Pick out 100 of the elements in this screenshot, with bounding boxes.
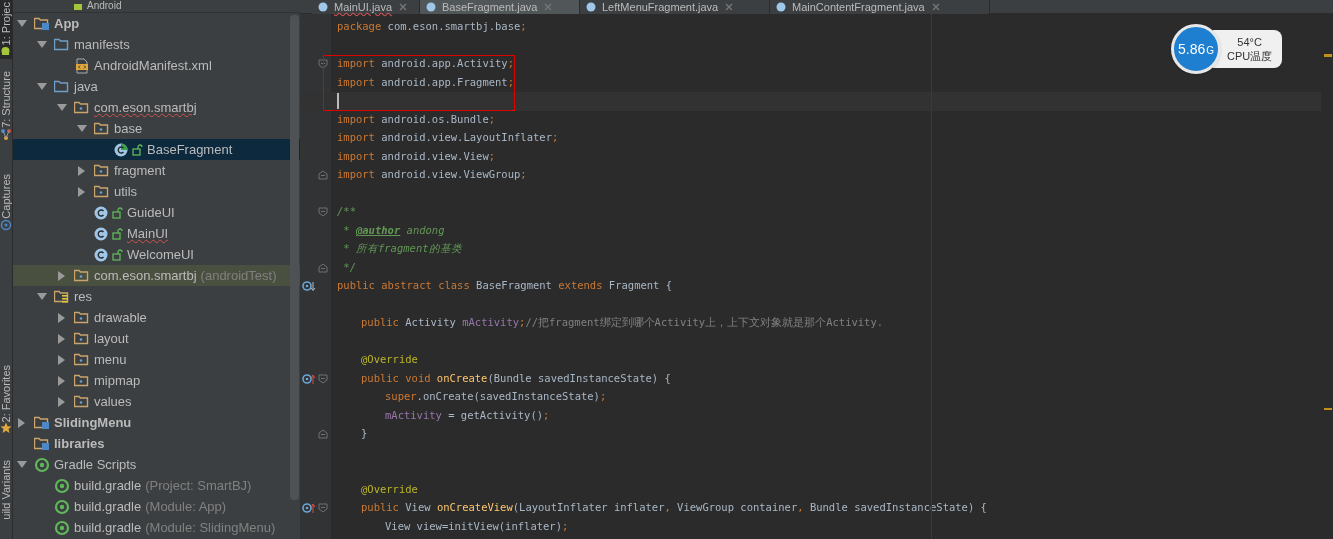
class-icon — [94, 246, 108, 263]
tree-item[interactable]: com.eson.smartbj — [13, 97, 300, 118]
code-line: mActivity = getActivity(); — [385, 407, 550, 423]
code-line: import android.os.Bundle; — [337, 111, 496, 127]
gradle-icon — [54, 477, 70, 494]
package-folder-icon — [74, 267, 90, 284]
code-line: import android.view.ViewGroup; — [337, 167, 527, 183]
close-icon — [543, 2, 554, 12]
tree-item[interactable]: WelcomeUI — [13, 244, 300, 265]
code-line: import android.view.View; — [337, 148, 496, 164]
tree-item[interactable]: drawable — [13, 307, 300, 328]
tree-item[interactable]: menu — [13, 349, 300, 370]
editor-tab[interactable]: MainUI.java — [312, 0, 420, 14]
error-stripe-mark[interactable] — [1324, 54, 1332, 57]
package-folder-icon — [74, 351, 90, 368]
lock-icon — [112, 248, 123, 261]
editor-tab[interactable]: MainContentFragment.java — [770, 0, 990, 14]
package-folder-icon — [74, 393, 90, 410]
view-selector[interactable]: Android — [87, 0, 122, 12]
code-line: */ — [342, 259, 356, 275]
code-line: package com.eson.smartbj.base; — [337, 19, 527, 35]
tree-item[interactable]: build.gradle (Project: SmartBJ) — [13, 475, 300, 496]
code-line: public abstract class BaseFragment extends Fragment { — [337, 278, 673, 294]
tree-item[interactable]: base — [13, 118, 300, 139]
package-folder-icon — [94, 120, 110, 137]
error-stripe-mark[interactable] — [1324, 408, 1332, 410]
tree-item[interactable]: res — [13, 286, 300, 307]
tree-item[interactable]: Gradle Scripts — [13, 454, 300, 475]
close-icon — [930, 2, 941, 12]
code-line: * @author andong — [342, 222, 445, 238]
tree-item[interactable]: App — [13, 13, 300, 34]
lock-icon — [112, 206, 123, 219]
code-line: public View onCreateView(LayoutInflater inflater, ViewGroup container, Bundle savedInstanceState) { — [361, 500, 987, 516]
tree-item[interactable]: mipmap — [13, 370, 300, 391]
tool-window-button[interactable]: 7: Structure — [0, 69, 12, 143]
tree-item[interactable]: GuideUI — [13, 202, 300, 223]
tree-item[interactable]: utils — [13, 181, 300, 202]
module-folder-icon — [34, 435, 50, 452]
tree-item[interactable]: SlidingMenu — [13, 412, 300, 433]
tree-item[interactable]: AndroidManifest.xml — [13, 55, 300, 76]
class-icon — [94, 225, 108, 242]
tree-item[interactable]: build.gradle (Module: App) — [13, 496, 300, 517]
tree-item[interactable]: fragment — [13, 160, 300, 181]
gradle-icon — [54, 498, 70, 515]
module-folder-icon — [34, 15, 50, 32]
tree-item[interactable]: MainUI — [13, 223, 300, 244]
tree-item[interactable]: java — [13, 76, 300, 97]
code-line: * 所有fragment的基类 — [342, 241, 462, 257]
editor-tab[interactable]: BaseFragment.java — [420, 0, 580, 14]
tree-item[interactable]: libraries — [13, 433, 300, 454]
class-icon — [426, 2, 436, 12]
code-line: View view=initView(inflater); — [385, 518, 569, 534]
folder-icon — [54, 36, 70, 53]
code-line: } — [361, 426, 368, 442]
module-folder-icon — [34, 414, 50, 431]
tool-window-button[interactable]: 1: Projec — [0, 0, 12, 60]
code-line: public void onCreate(Bundle savedInstanceState) { — [361, 370, 671, 386]
tree-item-detail: (Module: SlidingMenu) — [145, 518, 276, 537]
close-icon — [398, 2, 409, 12]
target-icon — [0, 218, 12, 231]
abstract-class-icon — [114, 141, 128, 158]
package-folder-icon — [74, 372, 90, 389]
gradle-icon — [54, 519, 70, 536]
tree-item-detail: (Module: App) — [145, 497, 227, 516]
package-folder-icon — [94, 162, 110, 179]
code-line: import android.view.LayoutInflater; — [337, 130, 559, 146]
scrollbar-thumb[interactable] — [290, 15, 299, 500]
tree-item-detail: (Project: SmartBJ) — [145, 476, 252, 495]
code-line: import android.app.Activity; — [337, 56, 515, 72]
tree-item[interactable]: BaseFragment — [13, 139, 300, 160]
gradle-icon — [34, 456, 50, 473]
package-folder-icon — [74, 330, 90, 347]
package-folder-icon — [74, 309, 90, 326]
structure-icon — [0, 128, 12, 141]
lock-icon — [112, 227, 123, 240]
code-line: /** — [337, 204, 356, 220]
tree-item[interactable]: values — [13, 391, 300, 412]
class-icon — [586, 2, 596, 12]
tool-window-button[interactable]: 2: Favorites — [0, 362, 12, 437]
tree-item[interactable]: build.gradle (Module: SlidingMenu) — [13, 517, 300, 538]
star-icon — [0, 422, 12, 435]
code-line: super.onCreate(savedInstanceState); — [385, 389, 607, 405]
class-icon — [94, 204, 108, 221]
tool-window-button[interactable]: Captures — [0, 172, 12, 233]
tree-item[interactable]: com.eson.smartbj (androidTest) — [13, 265, 300, 286]
close-icon — [724, 2, 735, 12]
tree-item[interactable]: layout — [13, 328, 300, 349]
class-icon — [318, 2, 328, 12]
tree-item-detail: (androidTest) — [200, 266, 277, 285]
code-line: import android.app.Fragment; — [337, 74, 515, 90]
tool-window-button[interactable]: uild Variants — [0, 458, 12, 523]
package-folder-icon — [74, 99, 90, 116]
tree-item[interactable]: manifests — [13, 34, 300, 55]
editor-tab[interactable]: LeftMenuFragment.java — [580, 0, 770, 14]
code-line: public Activity mActivity;//把fragment绑定到哪个Activity上，上下文对象就是那个Activity. — [361, 315, 884, 331]
xml-file-icon — [74, 57, 90, 74]
code-line: @Override — [361, 352, 418, 368]
resource-folder-icon — [54, 288, 70, 305]
code-line: @Override — [361, 481, 418, 497]
package-folder-icon — [94, 183, 110, 200]
